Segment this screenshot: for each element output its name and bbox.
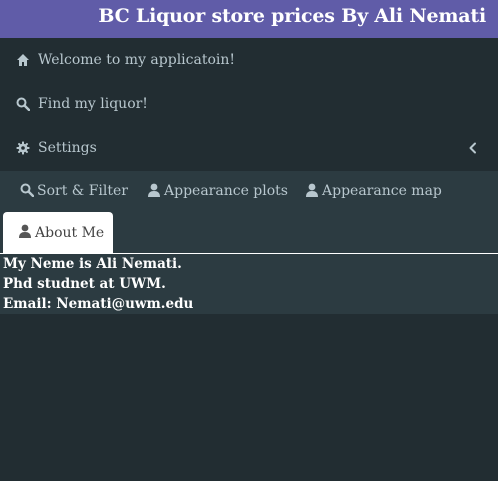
gear-icon (16, 141, 30, 155)
search-icon (20, 183, 35, 198)
user-icon (18, 224, 32, 238)
tab-about-me[interactable]: About Me (3, 212, 113, 254)
menu-item-settings[interactable]: Settings (0, 127, 498, 171)
tab-appearance-map[interactable]: Appearance map (305, 171, 442, 211)
tab-label: Appearance map (322, 183, 442, 199)
menu-item-label: Settings (38, 140, 97, 156)
user-icon (147, 183, 161, 197)
about-degree: Phd studnet at UWM. (3, 276, 166, 292)
user-icon (305, 183, 319, 197)
tab-label: Sort & Filter (37, 183, 128, 199)
app-title: BC Liquor store prices By Ali Nemati (98, 5, 486, 27)
chevron-left-icon[interactable] (468, 142, 478, 154)
tab-sort-filter[interactable]: Sort & Filter (20, 171, 130, 211)
home-icon (16, 53, 30, 67)
about-email: Email: Nemati@uwm.edu (3, 296, 194, 312)
search-icon (16, 97, 31, 112)
tab-label: Appearance plots (164, 183, 288, 199)
tab-appearance-plots[interactable]: Appearance plots (147, 171, 288, 211)
about-panel: My Neme is Ali Nemati. Phd studnet at UW… (0, 254, 498, 314)
about-name: My Neme is Ali Nemati. (3, 256, 182, 272)
tab-label: About Me (35, 225, 105, 241)
app-header: BC Liquor store prices By Ali Nemati (0, 0, 498, 38)
tab-bar: Sort & Filter Appearance plots Appearanc… (0, 171, 498, 254)
menu-item-welcome[interactable]: Welcome to my applicatoin! (0, 39, 498, 83)
menu-item-label: Find my liquor! (38, 96, 148, 112)
menu-item-find-liquor[interactable]: Find my liquor! (0, 83, 498, 127)
menu-item-label: Welcome to my applicatoin! (38, 52, 236, 68)
